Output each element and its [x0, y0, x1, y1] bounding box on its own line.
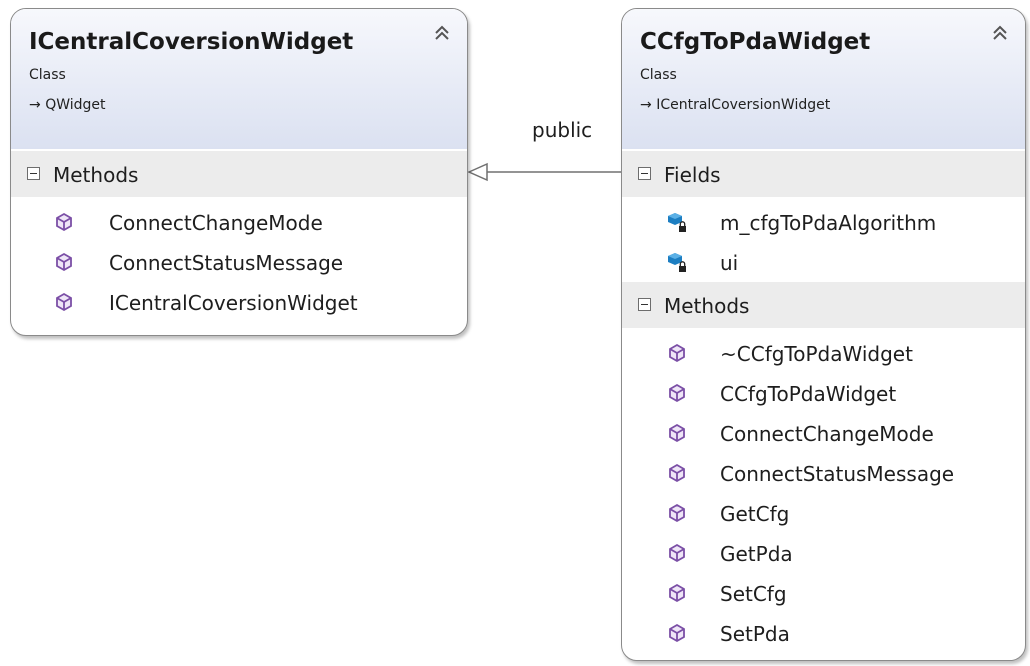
- method-name: ConnectStatusMessage: [109, 251, 344, 275]
- class-base: → QWidget: [29, 97, 106, 113]
- double-chevron-up-icon[interactable]: [431, 23, 453, 45]
- method-name: GetCfg: [720, 502, 790, 526]
- class-base: → ICentralCoversionWidget: [640, 97, 831, 113]
- method-item[interactable]: CCfgToPdaWidget: [622, 373, 1025, 413]
- method-cube-icon: [669, 463, 685, 483]
- methods-section-header[interactable]: Methods: [622, 282, 1025, 328]
- field-item[interactable]: ui: [622, 242, 1025, 282]
- field-name: ui: [720, 251, 739, 275]
- method-item[interactable]: GetPda: [622, 533, 1025, 573]
- method-cube-icon: [669, 383, 685, 403]
- class-title: CCfgToPdaWidget: [640, 29, 871, 55]
- method-name: SetPda: [720, 622, 790, 646]
- method-name: ~CCfgToPdaWidget: [720, 342, 913, 366]
- method-item[interactable]: ConnectStatusMessage: [622, 453, 1025, 493]
- method-name: SetCfg: [720, 582, 787, 606]
- class-stereotype: Class: [640, 67, 677, 83]
- class-box-ccfgtopdawidget[interactable]: CCfgToPdaWidget Class → ICentralCoversio…: [621, 8, 1026, 661]
- method-name: ICentralCoversionWidget: [109, 291, 358, 315]
- private-field-icon: [668, 253, 686, 272]
- method-cube-icon: [669, 623, 685, 643]
- method-item[interactable]: ConnectChangeMode: [11, 202, 467, 242]
- method-cube-icon: [56, 212, 72, 232]
- method-cube-icon: [669, 423, 685, 443]
- method-item[interactable]: GetCfg: [622, 493, 1025, 533]
- method-cube-icon: [669, 343, 685, 363]
- method-cube-icon: [56, 292, 72, 312]
- collapse-toggle-icon[interactable]: [27, 167, 40, 180]
- method-item[interactable]: SetCfg: [622, 573, 1025, 613]
- class-header: CCfgToPdaWidget Class → ICentralCoversio…: [622, 9, 1025, 149]
- method-cube-icon: [669, 543, 685, 563]
- method-name: ConnectChangeMode: [109, 211, 323, 235]
- class-stereotype: Class: [29, 67, 66, 83]
- section-label: Fields: [664, 163, 721, 187]
- method-cube-icon: [669, 583, 685, 603]
- field-item[interactable]: m_cfgToPdaAlgorithm: [622, 202, 1025, 242]
- collapse-toggle-icon[interactable]: [638, 298, 651, 311]
- method-name: CCfgToPdaWidget: [720, 382, 897, 406]
- methods-section-header[interactable]: Methods: [11, 151, 467, 197]
- inheritance-arrowhead: [467, 162, 488, 182]
- method-name: ConnectStatusMessage: [720, 462, 955, 486]
- field-name: m_cfgToPdaAlgorithm: [720, 211, 937, 235]
- relationship-label: public: [532, 118, 593, 142]
- method-item[interactable]: ConnectChangeMode: [622, 413, 1025, 453]
- method-cube-icon: [56, 252, 72, 272]
- section-label: Methods: [664, 294, 750, 318]
- method-name: GetPda: [720, 542, 793, 566]
- class-box-icentralcoversionwidget[interactable]: ICentralCoversionWidget Class → QWidget …: [10, 8, 468, 336]
- collapse-toggle-icon[interactable]: [638, 167, 651, 180]
- double-chevron-up-icon[interactable]: [989, 23, 1011, 45]
- section-label: Methods: [53, 163, 139, 187]
- method-item[interactable]: ~CCfgToPdaWidget: [622, 333, 1025, 373]
- method-item[interactable]: ICentralCoversionWidget: [11, 282, 467, 322]
- arrow-right-icon: →: [640, 97, 657, 113]
- method-item[interactable]: SetPda: [622, 613, 1025, 653]
- arrow-right-icon: →: [29, 97, 46, 113]
- class-title: ICentralCoversionWidget: [29, 29, 354, 55]
- method-cube-icon: [669, 503, 685, 523]
- method-item[interactable]: ConnectStatusMessage: [11, 242, 467, 282]
- class-header: ICentralCoversionWidget Class → QWidget: [11, 9, 467, 149]
- private-field-icon: [668, 213, 686, 232]
- method-name: ConnectChangeMode: [720, 422, 934, 446]
- fields-section-header[interactable]: Fields: [622, 151, 1025, 197]
